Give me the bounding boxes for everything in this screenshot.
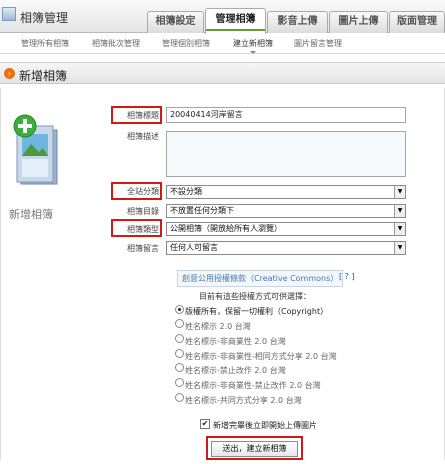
tab-label: 圖片上傳 (338, 16, 379, 27)
subnav-manage-individual[interactable]: 管理個別相簿 (162, 38, 210, 49)
comment-value: 任何人可留言 (170, 243, 218, 252)
license-option-label: 姓名標示-非商業性-禁止改作 2.0 台灣 (185, 381, 321, 390)
license-radio-3[interactable] (175, 349, 184, 358)
creative-commons-link[interactable]: 創意公用授權條款（Creative Commons） (177, 270, 344, 287)
album-description-textarea[interactable] (166, 131, 406, 177)
license-option-label: 姓名標示-非商業性-相同方式分享 2.0 台灣 (185, 352, 337, 361)
chevron-down-icon: ▼ (394, 186, 405, 198)
active-tab-indicator (206, 29, 265, 31)
license-radio-1[interactable] (175, 319, 184, 328)
album-title-input[interactable]: 20040414河岸留言 (166, 107, 406, 123)
tab-label: 管理相簿 (215, 14, 256, 25)
comment-label: 相簿留言 (127, 244, 159, 253)
subnav-comment-manage[interactable]: 圖片留言管理 (294, 38, 342, 49)
tab-video-upload[interactable]: 影音上傳 (267, 11, 328, 33)
license-radio-6[interactable] (175, 393, 184, 402)
top-header: 相簿管理 相簿設定 管理相簿 影音上傳 圖片上傳 版面管理 (0, 0, 445, 34)
tab-manage-albums[interactable]: 管理相簿 (205, 8, 266, 34)
type-label: 相簿類型 (127, 225, 159, 234)
album-add-icon (13, 114, 58, 185)
category-value: 不設分類 (170, 187, 202, 196)
license-radio-5[interactable] (175, 378, 184, 387)
sub-navigation: 管理所有相簿 相簿批次管理 管理個別相簿 建立新相簿 圖片留言管理 (0, 34, 445, 54)
license-option-label: 版權所有，保留一切權利（Copyright） (185, 307, 329, 316)
chevron-down-icon: ▼ (394, 223, 405, 235)
tab-album-settings[interactable]: 相簿設定 (147, 11, 204, 33)
subnav-manage-all[interactable]: 管理所有相簿 (21, 38, 69, 49)
chevron-down-icon: ▼ (394, 205, 405, 217)
checkbox-label: 新增完畢後立即開始上傳圖片 (213, 421, 317, 430)
folder-label: 相簿目錄 (127, 207, 159, 216)
album-logo-icon (2, 7, 16, 21)
description-label: 相簿描述 (127, 132, 159, 141)
help-link[interactable]: [ ? ] (339, 272, 355, 281)
license-radio-2[interactable] (175, 334, 184, 343)
left-border (0, 88, 1, 460)
license-radio-4[interactable] (175, 363, 184, 372)
category-label: 全站分類 (127, 187, 159, 196)
license-option-label: 姓名標示 2.0 台灣 (185, 322, 251, 331)
comment-select[interactable]: 任何人可留言 ▼ (166, 241, 406, 255)
subnav-create-album[interactable]: 建立新相簿 (233, 38, 273, 54)
section-title: 新增相簿 (19, 69, 68, 83)
license-radio-0[interactable] (175, 305, 184, 314)
license-option-label: 姓名標示-非商業性 2.0 台灣 (185, 337, 286, 346)
license-option-label: 姓名標示-禁止改作 2.0 台灣 (185, 366, 286, 375)
tab-layout-management[interactable]: 版面管理 (389, 11, 445, 33)
tab-label: 相簿設定 (155, 16, 196, 27)
tab-label: 影音上傳 (277, 16, 318, 27)
subnav-batch-manage[interactable]: 相簿批次管理 (92, 38, 140, 49)
folder-value: 不放置任何分類下 (170, 206, 234, 215)
album-type-value: 公開相簿（開放給所有人瀏覽） (170, 224, 282, 233)
app-title: 相簿管理 (20, 11, 69, 25)
tab-image-upload[interactable]: 圖片上傳 (329, 11, 388, 33)
arrow-right-icon: › (4, 68, 15, 79)
sidebar-label: 新增相簿 (9, 208, 53, 221)
album-type-select[interactable]: 公開相簿（開放給所有人瀏覽） ▼ (166, 222, 406, 236)
title-label: 相簿標題 (127, 111, 159, 120)
folder-select[interactable]: 不放置任何分類下 ▼ (166, 204, 406, 218)
submit-create-album-button[interactable]: 送出，建立新相簿 (211, 441, 298, 457)
section-header: › 新增相簿 (0, 62, 445, 84)
category-select[interactable]: 不設分類 ▼ (166, 185, 406, 199)
license-heading: 目前有這些授權方式可供選擇： (199, 292, 311, 301)
chevron-down-icon: ▼ (394, 242, 405, 254)
tab-label: 版面管理 (397, 16, 437, 27)
license-option-label: 姓名標示-共同方式分享 2.0 台灣 (185, 396, 302, 405)
upload-after-create-checkbox[interactable]: ✔ (200, 419, 210, 429)
